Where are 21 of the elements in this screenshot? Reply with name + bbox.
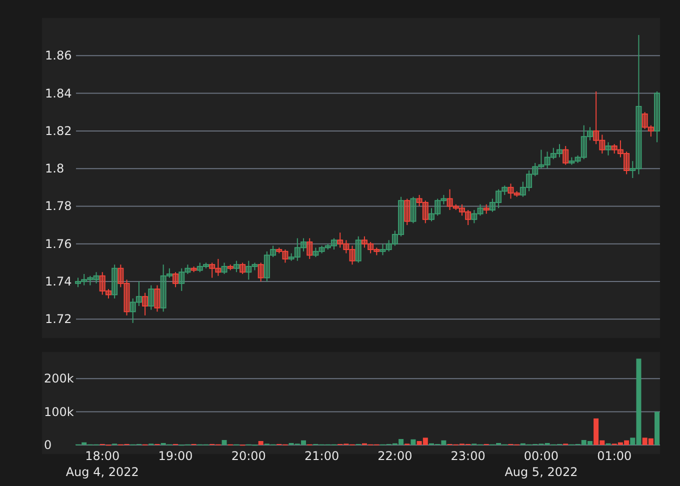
axis-label: 1.72: [45, 312, 72, 326]
axis-label: 200k: [44, 372, 74, 386]
axis-label: 23:00: [450, 449, 486, 463]
axis-label: 20:00: [231, 449, 266, 463]
axis-label: 1.74: [45, 274, 72, 289]
axis-label: 1.8: [45, 162, 64, 176]
axis-label: 22:00: [378, 449, 412, 463]
axis-label: 19:00: [158, 449, 193, 463]
axis-label: 1.84: [45, 86, 72, 100]
axis-label: 00:00: [524, 449, 559, 463]
axis-label: 1.82: [45, 124, 72, 138]
date-label: Aug 5, 2022: [504, 465, 578, 479]
axis-label: 01:00: [597, 449, 632, 463]
axis-label: 18:00: [85, 449, 120, 463]
axis-label: 0: [44, 438, 52, 452]
axis-label: 1.78: [45, 199, 72, 214]
date-label: Aug 4, 2022: [66, 465, 139, 479]
axis-label: 1.76: [45, 236, 72, 251]
axis-label: 100k: [44, 404, 74, 419]
axis-label: 21:00: [304, 449, 340, 463]
axis-label: 1.86: [45, 48, 72, 63]
